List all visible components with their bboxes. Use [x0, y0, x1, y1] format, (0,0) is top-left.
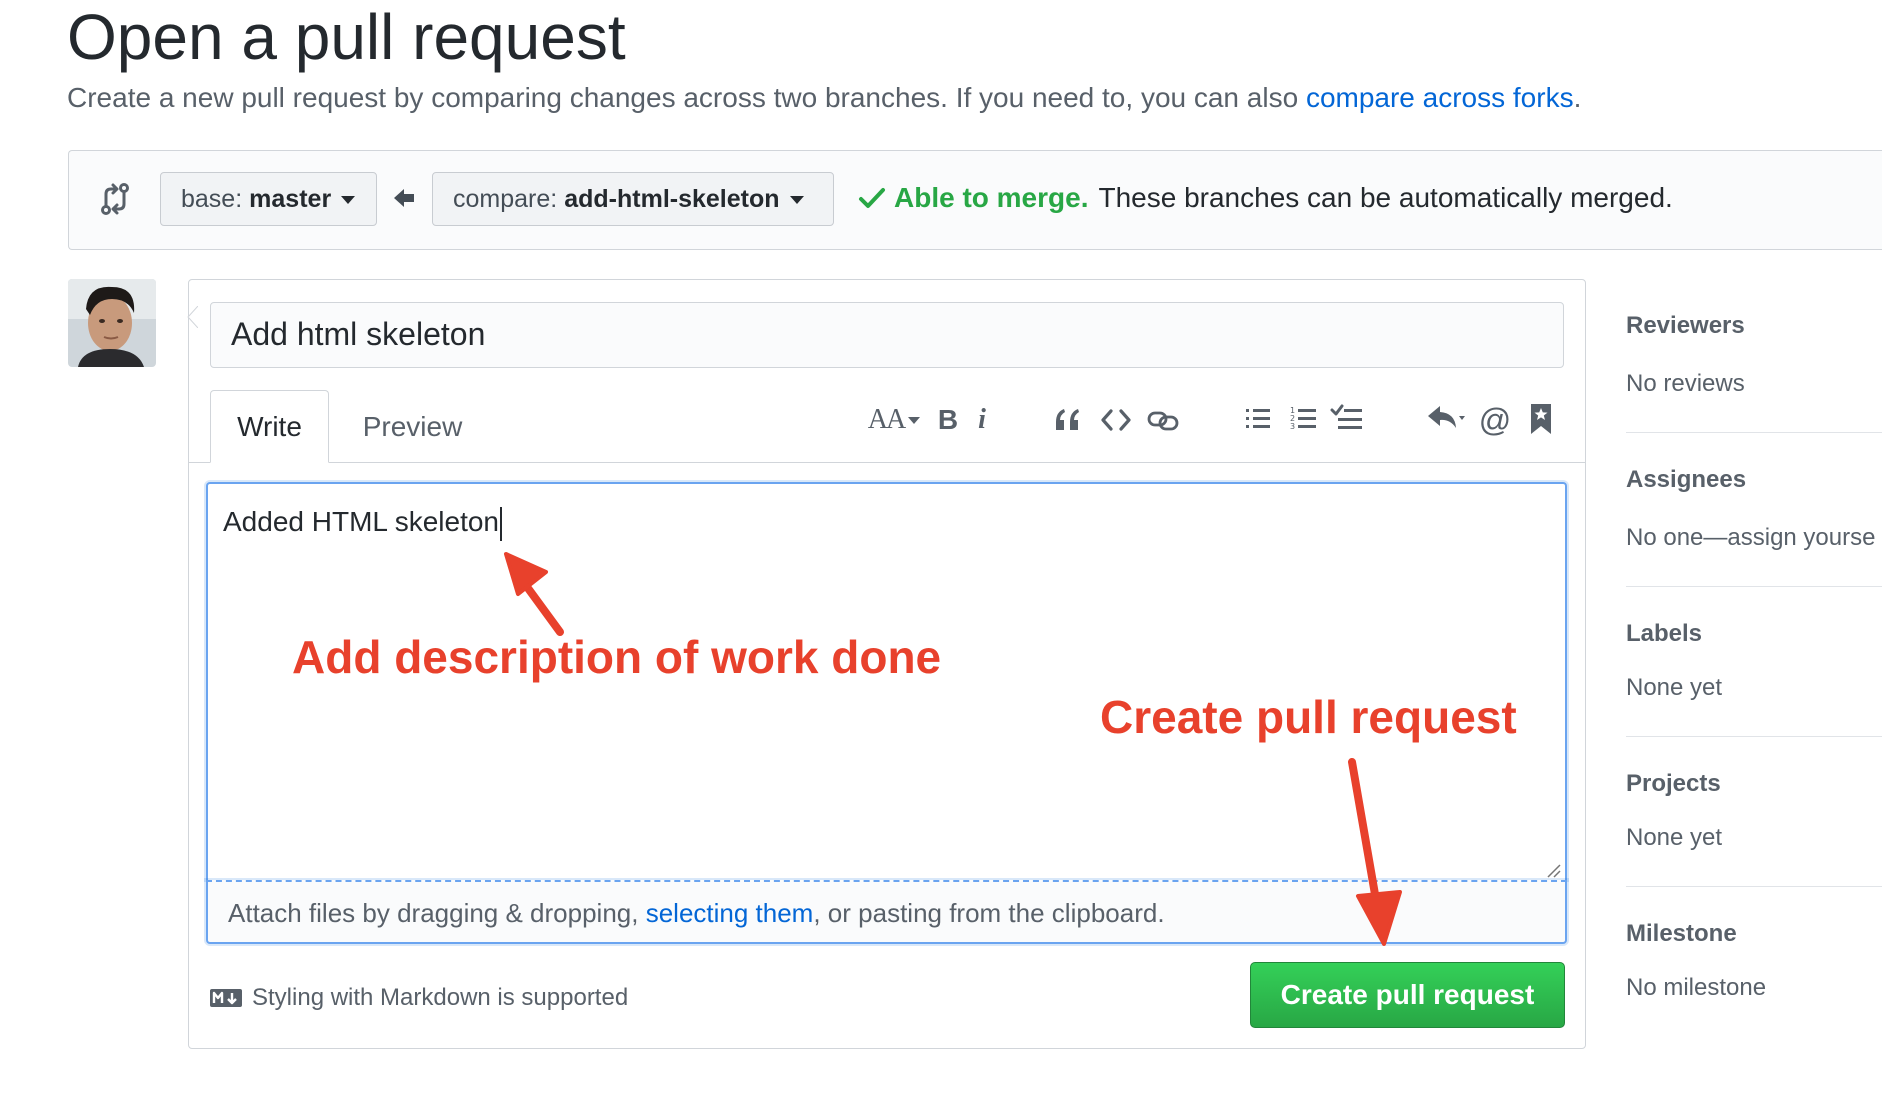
arrow-left-icon	[394, 189, 414, 207]
annotation-description: Add description of work done	[292, 631, 942, 683]
tab-write[interactable]: Write	[210, 390, 329, 463]
bulleted-list-icon[interactable]	[1244, 404, 1272, 434]
sidebar-heading-labels[interactable]: Labels	[1626, 620, 1702, 648]
compare-branch-value: add-html-skeleton	[564, 184, 780, 213]
subtitle-text: Create a new pull request by comparing c…	[67, 82, 1306, 113]
resize-handle-icon[interactable]	[1545, 862, 1561, 878]
sidebar-heading-projects[interactable]: Projects	[1626, 770, 1721, 798]
svg-text:3: 3	[1290, 422, 1295, 431]
merge-message: These branches can be automatically merg…	[1098, 182, 1673, 213]
create-pull-request-button[interactable]: Create pull request	[1250, 962, 1565, 1028]
sidebar-value-milestone: No milestone	[1626, 974, 1767, 1001]
markdown-note-text: Styling with Markdown is supported	[252, 984, 629, 1011]
check-icon	[859, 188, 885, 208]
numbered-list-icon[interactable]: 123	[1288, 404, 1318, 434]
compare-label: compare:	[453, 184, 558, 213]
markdown-note[interactable]: Styling with Markdown is supported	[210, 984, 628, 1012]
comment-bubble-tip	[187, 306, 198, 328]
sidebar-divider	[1626, 886, 1882, 887]
sidebar-divider	[1626, 432, 1882, 433]
quote-icon[interactable]	[1052, 404, 1084, 436]
attach-text: Attach files by dragging & dropping,	[228, 898, 646, 928]
sidebar-divider	[1626, 736, 1882, 737]
subtitle-suffix: .	[1573, 82, 1582, 113]
bold-icon[interactable]: B	[932, 400, 964, 440]
sidebar-heading-reviewers[interactable]: Reviewers	[1626, 312, 1745, 340]
sidebar-divider	[1626, 586, 1882, 587]
page-subtitle: Create a new pull request by comparing c…	[67, 82, 1581, 114]
annotation-create: Create pull request	[1100, 691, 1517, 743]
code-icon[interactable]	[1100, 406, 1132, 434]
page-title: Open a pull request	[67, 1, 626, 73]
title-input[interactable]: Add html skeleton	[210, 302, 1564, 368]
merge-ok-text: Able to merge.	[894, 182, 1089, 213]
base-label: base:	[181, 184, 243, 213]
select-files-link[interactable]: selecting them	[646, 898, 814, 928]
bookmark-icon[interactable]	[1528, 402, 1554, 436]
caret-down-icon	[908, 416, 921, 424]
file-attach-bar[interactable]: Attach files by dragging & dropping, sel…	[206, 880, 1567, 944]
tab-preview[interactable]: Preview	[340, 390, 485, 463]
text-cursor	[500, 506, 502, 541]
sidebar-heading-assignees[interactable]: Assignees	[1626, 466, 1746, 494]
sidebar-value-reviewers: No reviews	[1626, 370, 1745, 397]
markdown-icon	[210, 989, 242, 1007]
sidebar-value-assignees[interactable]: No one—assign yourse	[1626, 524, 1875, 552]
compare-branch-select[interactable]: compare: add-html-skeleton	[432, 172, 834, 226]
caret-down-icon	[789, 196, 804, 204]
compare-across-forks-link[interactable]: compare across forks	[1306, 82, 1574, 113]
italic-icon[interactable]: i	[968, 400, 996, 440]
sidebar-heading-milestone[interactable]: Milestone	[1626, 920, 1737, 948]
merge-status: Able to merge. These branches can be aut…	[858, 182, 1673, 214]
avatar[interactable]	[68, 279, 156, 367]
base-branch-select[interactable]: base: master	[160, 172, 377, 226]
mention-icon[interactable]: @	[1478, 400, 1512, 440]
git-compare-icon	[101, 183, 129, 215]
sidebar-value-projects: None yet	[1626, 824, 1723, 851]
link-icon[interactable]	[1146, 406, 1180, 434]
sidebar-value-labels: None yet	[1626, 674, 1723, 701]
reply-icon[interactable]	[1426, 402, 1470, 434]
attach-text-suffix: , or pasting from the clipboard.	[813, 898, 1165, 928]
description-text: Added HTML skeleton	[223, 506, 502, 541]
base-branch-value: master	[249, 184, 332, 213]
heading-icon[interactable]: AA	[866, 400, 922, 440]
task-list-icon[interactable]	[1330, 402, 1364, 434]
caret-down-icon	[341, 196, 356, 204]
